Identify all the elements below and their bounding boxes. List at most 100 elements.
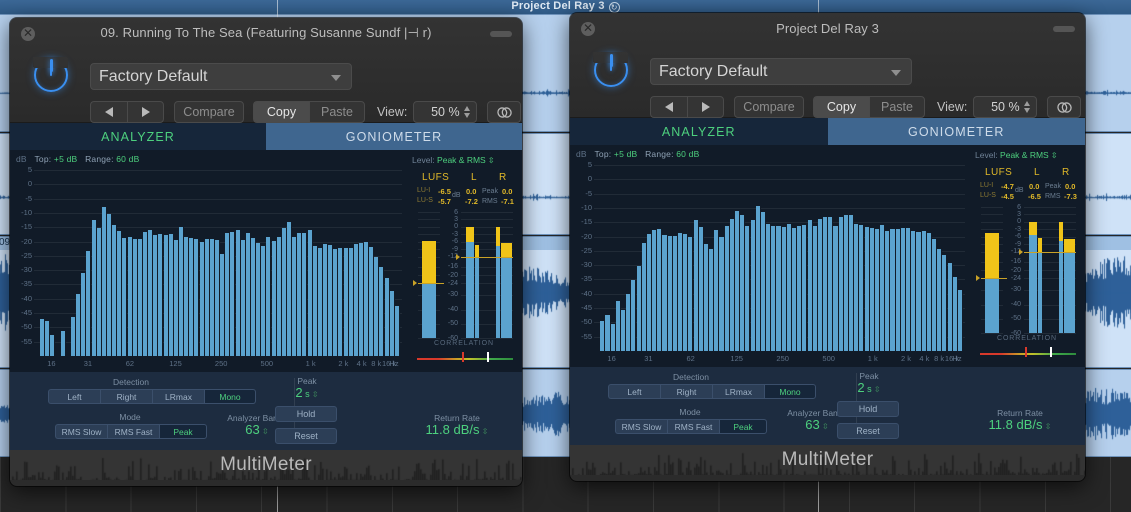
stepper-up-icon[interactable] [464,106,471,111]
next-preset-button[interactable] [127,101,164,123]
daw-project-title: Project Del Ray 3 [511,0,605,12]
lu-s-value: -5.7 [438,197,451,206]
meter-gridline [418,212,440,213]
stepper-icon[interactable]: ⇳ [310,390,319,399]
previous-triangle-icon [105,107,113,117]
next-preset-button[interactable] [687,96,724,118]
copy-button[interactable]: Copy [813,96,869,118]
prev-preset-button[interactable] [650,96,687,118]
view-zoom-stepper[interactable]: 50 % [413,101,478,123]
return-rate-value[interactable]: 11.8 dB/s ⇳ [426,422,489,437]
left-peak-value: 0.0 [466,187,477,196]
mode-option-rms-fast[interactable]: RMS Fast [667,419,719,434]
resize-handle[interactable] [1053,26,1075,32]
gridline [594,222,965,223]
view-zoom-stepper[interactable]: 50 % [973,96,1038,118]
compare-button[interactable]: Compare [734,96,804,118]
correlation-meter[interactable] [980,353,1076,355]
stepper-icon[interactable]: ⇳ [1049,151,1058,160]
mode-option-rms-slow[interactable]: RMS Slow [55,424,107,439]
meter-gridline [1024,333,1076,334]
channel-left-label: L [1034,167,1040,178]
preset-selector[interactable]: Factory Default [650,58,912,85]
stepper-down-icon[interactable] [1024,108,1031,113]
copy-button[interactable]: Copy [253,101,309,123]
peak-hold-value[interactable]: 2 s ⇳ [295,385,318,400]
meter-gridline [981,207,1003,208]
plugin-body: dB Top: +5 dB Range: 60 dB 5 0 -5 -10 -15 -20-… [10,150,522,372]
detection-option-lrmax[interactable]: LRmax [712,384,764,399]
plugin-titlebar[interactable]: ✕ 09. Running To The Sea (Featuring Susan… [10,18,522,48]
level-mode-selector[interactable]: Level: Peak & RMS ⇳ [975,150,1058,160]
close-icon[interactable]: ✕ [21,27,35,41]
correlation-peak-marker [462,352,464,362]
detection-option-left[interactable]: Left [608,384,660,399]
mode-option-peak[interactable]: Peak [719,419,767,434]
resize-handle[interactable] [490,31,512,37]
stepper-icon[interactable]: ⇳ [480,427,489,436]
paste-button[interactable]: Paste [869,96,925,118]
link-chain-icon[interactable] [1047,96,1082,118]
compare-button[interactable]: Compare [174,101,244,123]
mode-option-rms-slow[interactable]: RMS Slow [615,419,667,434]
tab-analyzer[interactable]: ANALYZER [570,118,828,145]
analyzer-bands-value[interactable]: 63 ⇳ [805,417,828,432]
detection-option-mono[interactable]: Mono [764,384,816,399]
level-mode-selector[interactable]: Level: Peak & RMS ⇳ [412,155,495,165]
stepper-up-icon[interactable] [1024,101,1031,106]
preset-selector[interactable]: Factory Default [90,63,352,90]
spectrum-analyzer[interactable]: dB Top: +5 dB Range: 60 dB 5 0 -5 -10 -15 -20-… [570,145,967,367]
x-axis-tick: 8 k [371,359,382,368]
stepper-icon[interactable]: ⇳ [820,422,829,431]
meter-gridline [981,221,1003,223]
tab-goniometer[interactable]: GONIOMETER [266,123,522,150]
reset-button[interactable]: Reset [275,428,337,444]
peak-hold-value[interactable]: 2 s ⇳ [857,380,880,395]
level-meter-panel[interactable]: Level: Peak & RMS ⇳ LUFS LU-I -6.5 LU-S -5.7 d… [404,150,522,372]
stepper-down-icon[interactable] [464,113,471,118]
detection-option-left[interactable]: Left [48,389,100,404]
y-axis-tick: -5 [585,189,592,198]
spectrum-analyzer[interactable]: dB Top: +5 dB Range: 60 dB 5 0 -5 -10 -15 -20-… [10,150,404,372]
y-axis-tick: -50 [21,322,32,331]
view-zoom-value: 50 % [991,100,1020,114]
gridline [594,194,965,195]
detection-option-lrmax[interactable]: LRmax [152,389,204,404]
peak-label: Peak [1045,183,1061,190]
detection-option-right[interactable]: Right [660,384,712,399]
stepper-icon[interactable]: ⇳ [260,427,269,436]
chevron-down-icon [891,70,901,76]
paste-button[interactable]: Paste [309,101,365,123]
meter-scale-tick: 0 [1017,218,1021,225]
plugin-titlebar[interactable]: ✕ Project Del Ray 3 [570,13,1085,43]
y-axis-tick: -25 [581,246,592,255]
y-axis-tick: -20 [581,232,592,241]
analyzer-bands-number: 63 [245,422,260,437]
return-rate-value[interactable]: 11.8 dB/s ⇳ [989,417,1052,432]
stepper-icon[interactable]: ⇳ [1043,422,1052,431]
analyzer-bands-value[interactable]: 63 ⇳ [245,422,268,437]
hold-button[interactable]: Hold [837,401,899,417]
mode-option-rms-fast[interactable]: RMS Fast [107,424,159,439]
prev-preset-button[interactable] [90,101,127,123]
plugin-window-right: ✕ Project Del Ray 3 Factory Default Compare… [570,13,1085,481]
correlation-meter[interactable] [417,358,513,360]
plugin-controls: Detection Left Right LRmax Mono Mode RMS Slow R… [10,372,522,450]
link-chain-icon[interactable] [487,101,522,123]
tab-analyzer[interactable]: ANALYZER [10,123,266,150]
close-icon[interactable]: ✕ [581,22,595,36]
detection-option-right[interactable]: Right [100,389,152,404]
stepper-icon[interactable]: ⇳ [872,385,881,394]
y-axis-tick: -35 [21,279,32,288]
level-meter-panel[interactable]: Level: Peak & RMS ⇳ LUFS LU-I -4.7 LU-S -4.5 d… [967,145,1085,367]
hold-button[interactable]: Hold [275,406,337,422]
stepper-icon[interactable]: ⇳ [486,156,495,165]
reset-button[interactable]: Reset [837,423,899,439]
x-axis-tick: 500 [822,354,835,363]
preset-row: Factory Default [90,63,352,90]
tab-goniometer[interactable]: GONIOMETER [827,118,1085,145]
detection-option-mono[interactable]: Mono [204,389,256,404]
mode-option-peak[interactable]: Peak [159,424,207,439]
next-triangle-icon [141,107,150,117]
detection-group-label: Detection [113,377,149,387]
